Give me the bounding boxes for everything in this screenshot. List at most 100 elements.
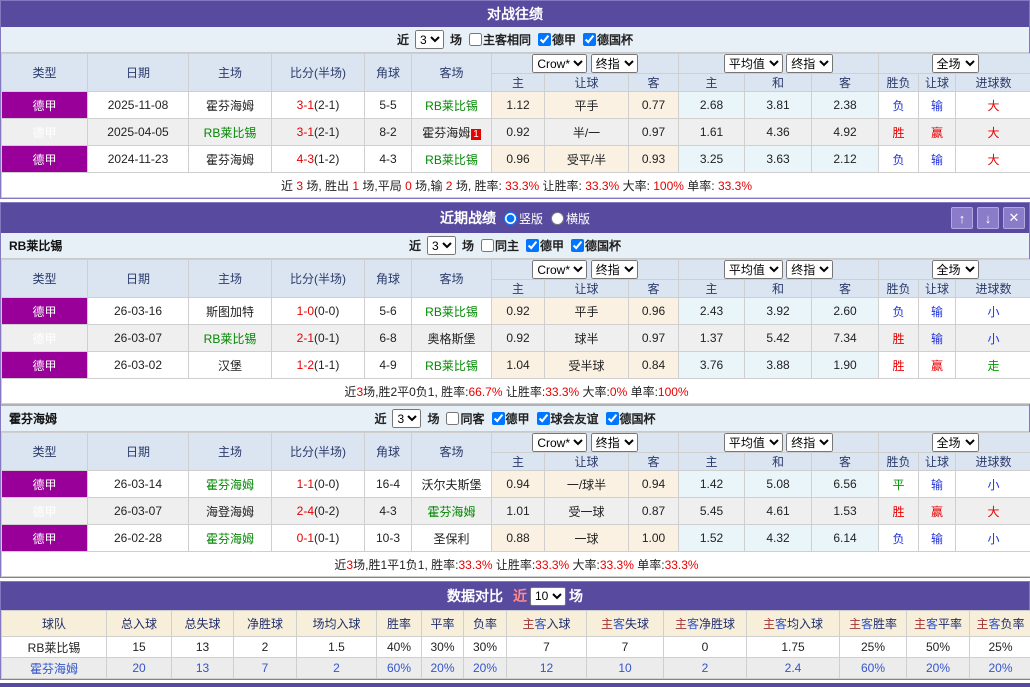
avg-select[interactable]: 平均值 [724,54,783,73]
fulltime-select[interactable]: 全场 [932,260,979,279]
avg-select[interactable]: 平均值 [724,260,783,279]
stat-cell: 2 [297,658,377,679]
bundesliga-checkbox[interactable] [538,33,551,46]
handicap-result-cell: 输 [919,325,956,352]
score-cell: 1-1(0-0) [272,471,365,498]
result-cell: 胜 [879,352,919,379]
odds-away-cell: 0.93 [629,146,679,173]
move-down-button[interactable]: ↓ [977,207,999,229]
team2-name: 霍芬海姆 [9,410,57,427]
col-total-goals: 总入球 [107,611,172,637]
filter-same-home[interactable]: 同主 [477,237,519,254]
h2h-row: 德甲 2025-04-05 RB莱比锡 3-1(2-1) 8-2 霍芬海姆1 0… [2,119,1030,146]
goals-result-cell: 小 [956,471,1030,498]
odds-company-select[interactable]: Crow* [532,54,587,73]
filter-bundesliga[interactable]: 德甲 [522,237,564,254]
move-up-button[interactable]: ↑ [951,207,973,229]
bundesliga-checkbox[interactable] [526,239,539,252]
recent-title-bar: 近期战绩 竖版 横版 ↑ ↓ ✕ [1,203,1029,233]
filter-bundesliga[interactable]: 德甲 [488,410,530,427]
horizontal-radio[interactable] [551,212,564,225]
col-date: 日期 [88,54,189,92]
handicap-line-cell: 受一球 [545,498,629,525]
odds-home-cell: 1.04 [492,352,545,379]
club-friendly-checkbox[interactable] [537,412,550,425]
stat-cell: 2.4 [747,658,840,679]
sub-handicap: 让球 [545,453,629,471]
odds-company-select[interactable]: Crow* [532,433,587,452]
home-team-cell: 汉堡 [189,352,272,379]
match-row: 德甲 26-03-16 斯图加特 1-0(0-0) 5-6 RB莱比锡 0.92… [2,298,1030,325]
compare-match-count-select[interactable]: 10 [530,587,566,606]
match-row: 德甲 26-03-14 霍芬海姆 1-1(0-0) 16-4 沃尔夫斯堡 0.9… [2,471,1030,498]
team2-match-count-select[interactable]: 3 [392,409,421,428]
dfb-cup-checkbox[interactable] [606,412,619,425]
avg-select-group: 平均值 终指 [679,54,879,74]
avg-final-select[interactable]: 终指 [786,260,833,279]
date-cell: 2025-04-05 [88,119,189,146]
avg-final-select[interactable]: 终指 [786,54,833,73]
filter-dfb-cup[interactable]: 德国杯 [567,237,621,254]
corner-cell: 10-3 [365,525,412,552]
avg-draw-cell: 4.61 [745,498,812,525]
stat-cell: 15 [107,637,172,658]
odds-company-select[interactable]: Crow* [532,260,587,279]
avg-final-select[interactable]: 终指 [786,433,833,452]
team1-match-count-select[interactable]: 3 [427,236,456,255]
fulltime-select[interactable]: 全场 [932,54,979,73]
bundesliga-checkbox[interactable] [492,412,505,425]
filter-same-away[interactable]: 同客 [442,410,484,427]
score-cell: 3-1(2-1) [272,92,365,119]
odds-final-select[interactable]: 终指 [591,54,638,73]
home-team-cell: 霍芬海姆 [189,92,272,119]
handicap-line-cell: 平手 [545,298,629,325]
h2h-match-count-select[interactable]: 3 [415,30,444,49]
odds-home-cell: 0.88 [492,525,545,552]
dfb-cup-checkbox[interactable] [583,33,596,46]
avg-home-cell: 2.68 [679,92,745,119]
col-home: 主场 [189,260,272,298]
col-date: 日期 [88,260,189,298]
col-ha-win-rate: 主客胜率 [840,611,907,637]
avg-select[interactable]: 平均值 [724,433,783,452]
compare-title-bar: 数据对比 近 10 场 [1,582,1029,610]
same-away-checkbox[interactable] [446,412,459,425]
same-home-checkbox[interactable] [481,239,494,252]
filter-same-venue[interactable]: 主客相同 [465,31,531,48]
sub-avg-home: 主 [679,280,745,298]
handicap-line-cell: 半/一 [545,119,629,146]
away-team-cell: RB莱比锡 [412,352,492,379]
team1-name: RB莱比锡 [9,237,62,254]
stat-cell: 60% [840,658,907,679]
handicap-result-cell: 赢 [919,498,956,525]
fulltime-select[interactable]: 全场 [932,433,979,452]
sub-handicap-result: 让球 [919,280,956,298]
filter-dfb-cup[interactable]: 德国杯 [579,31,633,48]
league-cell: 德甲 [2,298,88,325]
stat-cell: 7 [507,637,587,658]
result-cell: 负 [879,298,919,325]
filter-bundesliga[interactable]: 德甲 [534,31,576,48]
odds-away-cell: 0.97 [629,119,679,146]
odds-final-select[interactable]: 终指 [591,260,638,279]
filter-dfb-cup[interactable]: 德国杯 [602,410,656,427]
vertical-radio[interactable] [504,212,517,225]
same-venue-checkbox[interactable] [469,33,482,46]
handicap-result-cell: 赢 [919,352,956,379]
odds-home-cell: 0.96 [492,146,545,173]
result-cell: 胜 [879,119,919,146]
col-away: 客场 [412,433,492,471]
close-button[interactable]: ✕ [1003,207,1025,229]
layout-vertical-option[interactable]: 竖版 [504,210,543,227]
sub-home: 主 [492,453,545,471]
col-ha-draw-rate: 主客平率 [907,611,970,637]
compare-title: 数据对比 [447,586,503,606]
odds-final-select[interactable]: 终指 [591,433,638,452]
team1-table: 类型 日期 主场 比分(半场) 角球 客场 Crow* 终指 平均值 终指 [1,259,1030,404]
filter-club-friendly[interactable]: 球会友谊 [533,410,599,427]
layout-horizontal-option[interactable]: 横版 [551,210,590,227]
match-row: 德甲 26-03-07 海登海姆 2-4(0-2) 4-3 霍芬海姆 1.01 … [2,498,1030,525]
handicap-line-cell: 受半球 [545,352,629,379]
corner-cell: 4-3 [365,498,412,525]
dfb-cup-checkbox[interactable] [571,239,584,252]
